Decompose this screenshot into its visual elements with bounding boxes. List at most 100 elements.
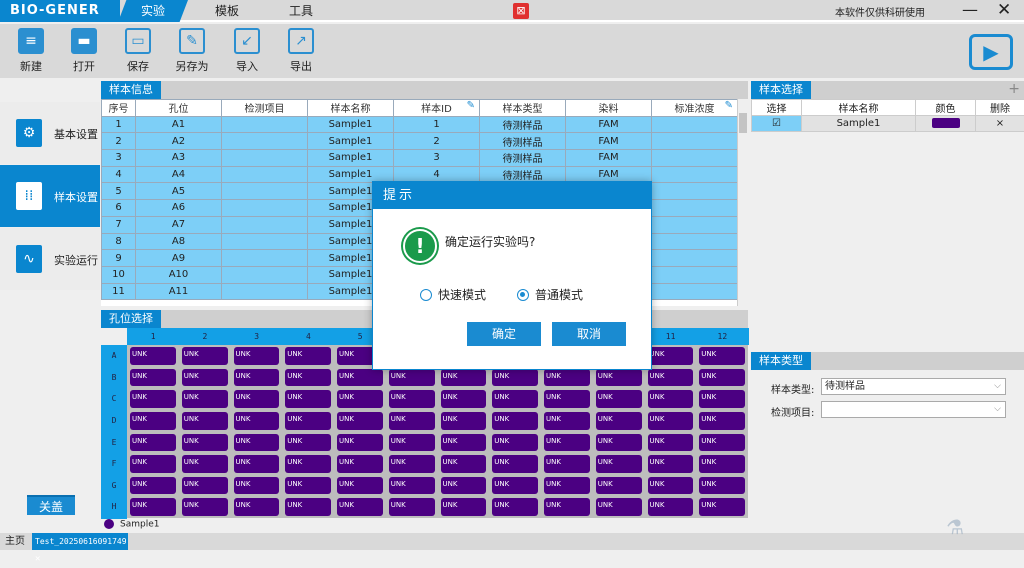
well-F12[interactable]: UNK	[699, 455, 745, 473]
well-E12[interactable]: UNK	[699, 434, 745, 452]
well-C8[interactable]: UNK	[492, 390, 538, 408]
column-header[interactable]: 12	[696, 328, 748, 345]
well-B7[interactable]: UNK	[441, 369, 487, 387]
well-G9[interactable]: UNK	[544, 477, 590, 495]
well-C6[interactable]: UNK	[389, 390, 435, 408]
ok-button[interactable]: 确定	[467, 322, 541, 346]
well-B10[interactable]: UNK	[596, 369, 642, 387]
column-header[interactable]: 4	[282, 328, 334, 345]
well-H9[interactable]: UNK	[544, 498, 590, 516]
tab-tools[interactable]: 工具	[266, 0, 336, 22]
well-F6[interactable]: UNK	[389, 455, 435, 473]
close-button[interactable]: ✕	[997, 0, 1011, 20]
save-as-button[interactable]: ✎另存为	[167, 28, 217, 74]
well-C12[interactable]: UNK	[699, 390, 745, 408]
table-cell[interactable]	[222, 183, 308, 200]
sample-type-select[interactable]: 待测样品⌵	[821, 378, 1006, 395]
scrollbar-thumb[interactable]	[739, 113, 747, 133]
tab-template[interactable]: 模板	[192, 0, 262, 22]
well-F11[interactable]: UNK	[648, 455, 694, 473]
row-header[interactable]: D	[101, 410, 127, 432]
well-H7[interactable]: UNK	[441, 498, 487, 516]
radio-circle[interactable]	[420, 289, 432, 301]
well-H4[interactable]: UNK	[285, 498, 331, 516]
radio-circle-selected[interactable]	[517, 289, 529, 301]
table-cell[interactable]	[652, 116, 738, 133]
well-G2[interactable]: UNK	[182, 477, 228, 495]
add-sample-button[interactable]: +	[1008, 81, 1020, 97]
import-button[interactable]: ↙导入	[222, 28, 272, 74]
well-D7[interactable]: UNK	[441, 412, 487, 430]
well-E2[interactable]: UNK	[182, 434, 228, 452]
table-cell[interactable]: A2	[136, 133, 222, 150]
well-H3[interactable]: UNK	[234, 498, 280, 516]
export-button[interactable]: ↗导出	[276, 28, 326, 74]
table-cell[interactable]: Sample1	[308, 150, 394, 167]
well-B5[interactable]: UNK	[337, 369, 383, 387]
table-cell[interactable]: 5	[102, 183, 136, 200]
well-A12[interactable]: UNK	[699, 347, 745, 365]
table-cell[interactable]	[222, 166, 308, 183]
well-D9[interactable]: UNK	[544, 412, 590, 430]
well-C7[interactable]: UNK	[441, 390, 487, 408]
delete-button[interactable]: ×	[976, 116, 1024, 132]
table-cell[interactable]	[652, 266, 738, 283]
well-B4[interactable]: UNK	[285, 369, 331, 387]
color-swatch[interactable]	[932, 118, 960, 128]
column-header[interactable]: 样本ID✎	[394, 100, 480, 117]
tab-experiment[interactable]: 实验	[118, 0, 188, 22]
column-header[interactable]: 2	[179, 328, 231, 345]
well-F5[interactable]: UNK	[337, 455, 383, 473]
well-G7[interactable]: UNK	[441, 477, 487, 495]
table-cell[interactable]	[222, 216, 308, 233]
save-button[interactable]: ▭保存	[113, 28, 163, 74]
column-header[interactable]: 序号	[102, 100, 136, 117]
column-header[interactable]: 1	[127, 328, 179, 345]
well-B2[interactable]: UNK	[182, 369, 228, 387]
well-H2[interactable]: UNK	[182, 498, 228, 516]
well-D5[interactable]: UNK	[337, 412, 383, 430]
row-header[interactable]: H	[101, 496, 127, 518]
file-tab[interactable]: Test_20250616091749 ✕	[32, 533, 128, 550]
column-header[interactable]: 样本类型	[480, 100, 566, 117]
table-cell[interactable]: 1	[102, 116, 136, 133]
edit-icon[interactable]: ✎	[725, 100, 733, 111]
table-cell[interactable]: A6	[136, 200, 222, 217]
table-cell[interactable]: A3	[136, 150, 222, 167]
well-A4[interactable]: UNK	[285, 347, 331, 365]
well-B12[interactable]: UNK	[699, 369, 745, 387]
well-G3[interactable]: UNK	[234, 477, 280, 495]
well-G6[interactable]: UNK	[389, 477, 435, 495]
table-cell[interactable]: 2	[394, 133, 480, 150]
well-G12[interactable]: UNK	[699, 477, 745, 495]
well-F8[interactable]: UNK	[492, 455, 538, 473]
sidebar-item-run[interactable]: ∿实验运行	[0, 228, 100, 290]
well-H1[interactable]: UNK	[130, 498, 176, 516]
row-header[interactable]: E	[101, 432, 127, 454]
table-cell[interactable]: 1	[394, 116, 480, 133]
table-cell[interactable]: FAM	[566, 116, 652, 133]
table-cell[interactable]	[222, 250, 308, 267]
row-header[interactable]: F	[101, 453, 127, 475]
home-tab[interactable]: 主页	[0, 533, 30, 550]
table-cell[interactable]: 3	[102, 150, 136, 167]
well-C5[interactable]: UNK	[337, 390, 383, 408]
well-A2[interactable]: UNK	[182, 347, 228, 365]
well-C3[interactable]: UNK	[234, 390, 280, 408]
well-E5[interactable]: UNK	[337, 434, 383, 452]
table-cell[interactable]	[652, 133, 738, 150]
table-cell[interactable]	[222, 116, 308, 133]
table-cell[interactable]	[652, 283, 738, 300]
well-B11[interactable]: UNK	[648, 369, 694, 387]
well-A11[interactable]: UNK	[648, 347, 694, 365]
color-cell[interactable]	[916, 116, 976, 132]
well-E1[interactable]: UNK	[130, 434, 176, 452]
well-C10[interactable]: UNK	[596, 390, 642, 408]
well-H6[interactable]: UNK	[389, 498, 435, 516]
table-cell[interactable]	[222, 133, 308, 150]
table-cell[interactable]: 9	[102, 250, 136, 267]
well-C4[interactable]: UNK	[285, 390, 331, 408]
close-lid-button[interactable]: 关盖	[27, 495, 75, 515]
well-C2[interactable]: UNK	[182, 390, 228, 408]
table-cell[interactable]: 10	[102, 266, 136, 283]
